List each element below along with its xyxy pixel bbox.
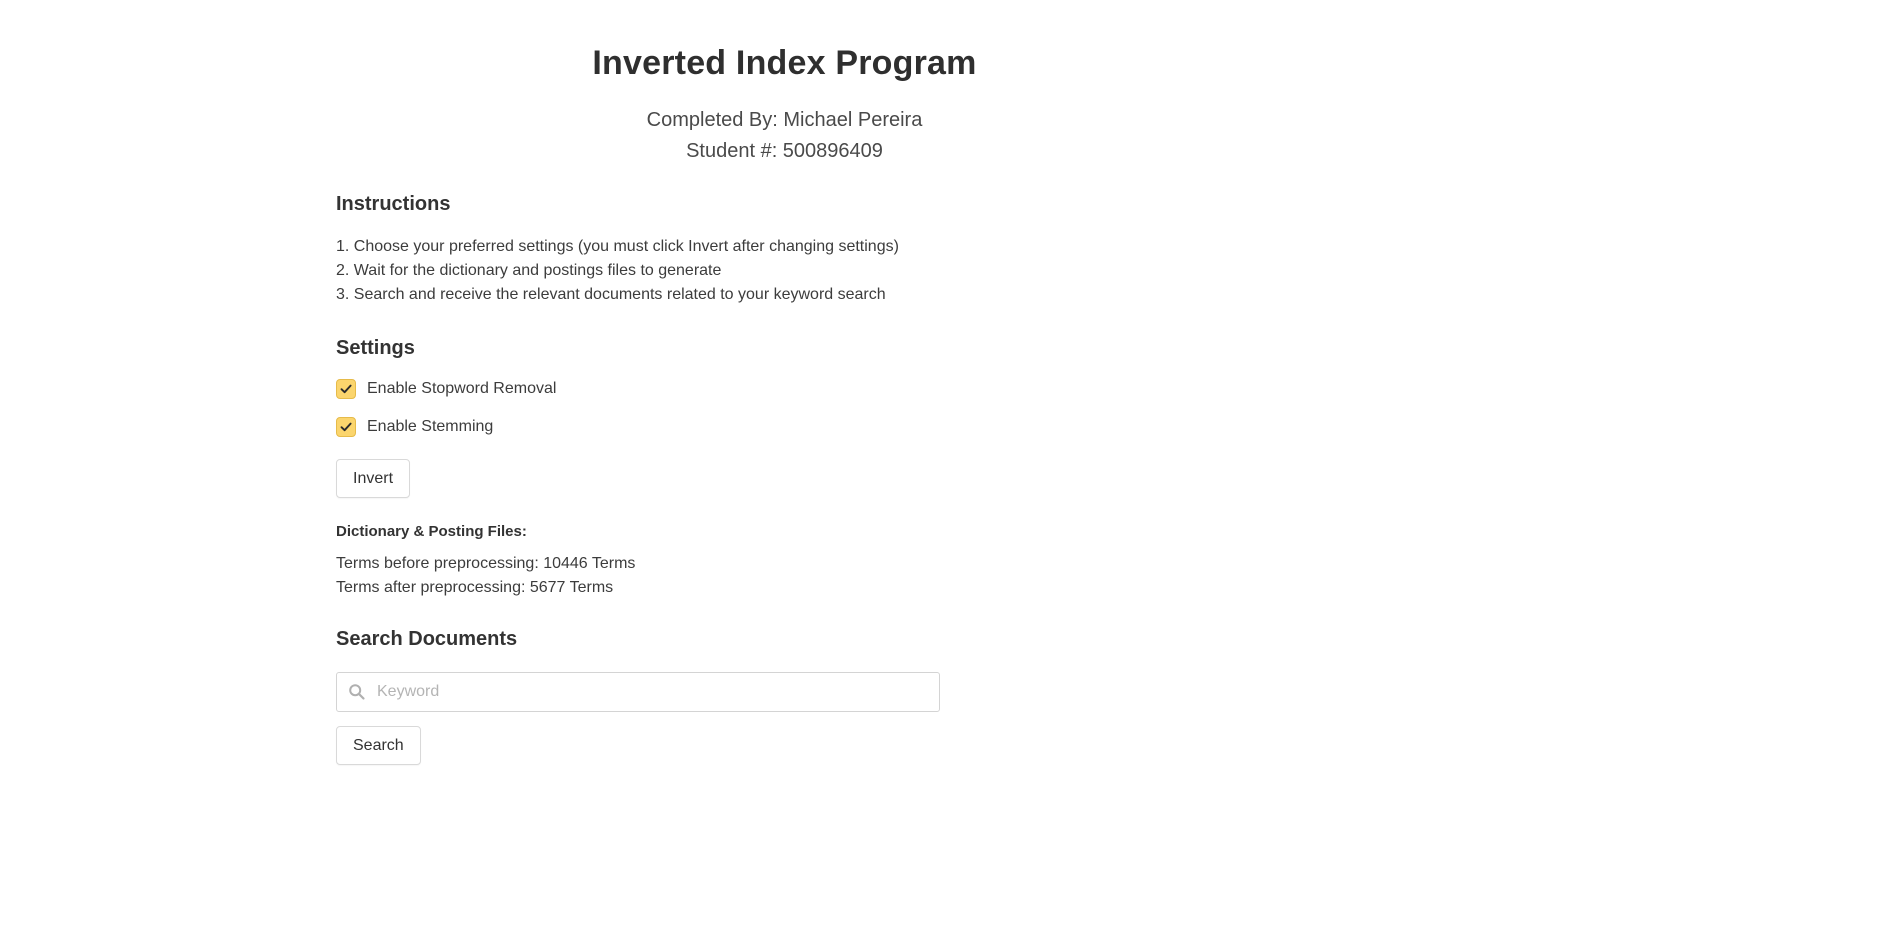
- stopword-removal-checkbox[interactable]: [336, 379, 356, 399]
- terms-after-text: Terms after preprocessing: 5677 Terms: [336, 579, 614, 596]
- page-title: Inverted Index Program: [592, 44, 977, 82]
- settings-heading: Settings: [336, 337, 415, 359]
- completed-by-text: Completed By: Michael Pereira: [646, 109, 923, 131]
- stemming-checkbox[interactable]: [336, 417, 356, 437]
- search-field[interactable]: [336, 672, 940, 712]
- terms-before-text: Terms before preprocessing: 10446 Terms: [336, 555, 636, 572]
- stopword-removal-option[interactable]: Enable Stopword Removal: [336, 378, 556, 400]
- checkmark-icon: [340, 422, 352, 432]
- instruction-step-1: 1. Choose your preferred settings (you m…: [336, 238, 899, 255]
- instructions-heading: Instructions: [336, 193, 451, 215]
- stemming-option[interactable]: Enable Stemming: [336, 416, 493, 438]
- instruction-step-3: 3. Search and receive the relevant docum…: [336, 286, 886, 303]
- search-input[interactable]: [377, 673, 933, 711]
- files-heading: Dictionary & Posting Files:: [336, 523, 527, 540]
- stemming-label[interactable]: Enable Stemming: [367, 418, 493, 436]
- search-heading: Search Documents: [336, 628, 518, 650]
- search-icon: [349, 684, 365, 700]
- invert-button[interactable]: Invert: [336, 459, 411, 498]
- instruction-step-2: 2. Wait for the dictionary and postings …: [336, 262, 722, 279]
- search-button[interactable]: Search: [336, 726, 421, 765]
- checkmark-icon: [340, 384, 352, 394]
- stopword-removal-label[interactable]: Enable Stopword Removal: [367, 380, 556, 398]
- student-number-text: Student #: 500896409: [686, 140, 883, 162]
